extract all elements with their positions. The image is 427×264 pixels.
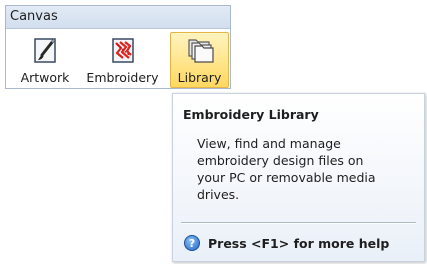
artwork-brush-icon (34, 38, 56, 63)
tooltip-description-line: embroidery design files on (197, 153, 364, 168)
library-button[interactable]: Library (170, 32, 229, 88)
artwork-button[interactable]: Artwork (11, 32, 79, 88)
tooltip-description-line: drives. (197, 187, 240, 202)
artwork-label: Artwork (20, 70, 70, 85)
library-folders-icon (187, 39, 214, 63)
canvas-ribbon-group: Canvas Artwork Embroidery Library (5, 5, 231, 89)
tooltip-title: Embroidery Library (183, 107, 319, 122)
library-tooltip: Embroidery Library View, find and manage… (172, 93, 425, 262)
group-title: Canvas (6, 6, 230, 29)
tooltip-divider (181, 222, 416, 224)
embroidery-stitch-icon (111, 38, 134, 63)
tooltip-description: View, find and manage embroidery design … (197, 135, 407, 203)
embroidery-label: Embroidery (86, 70, 159, 85)
embroidery-button[interactable]: Embroidery (78, 32, 167, 88)
tooltip-description-line: View, find and manage (197, 136, 341, 151)
tooltip-description-line: your PC or removable media (197, 170, 376, 185)
library-label: Library (177, 70, 222, 85)
tooltip-help-row: ? Press <F1> for more help (184, 234, 389, 252)
tooltip-help-text: Press <F1> for more help (208, 235, 390, 251)
help-question-icon: ? (184, 235, 200, 251)
